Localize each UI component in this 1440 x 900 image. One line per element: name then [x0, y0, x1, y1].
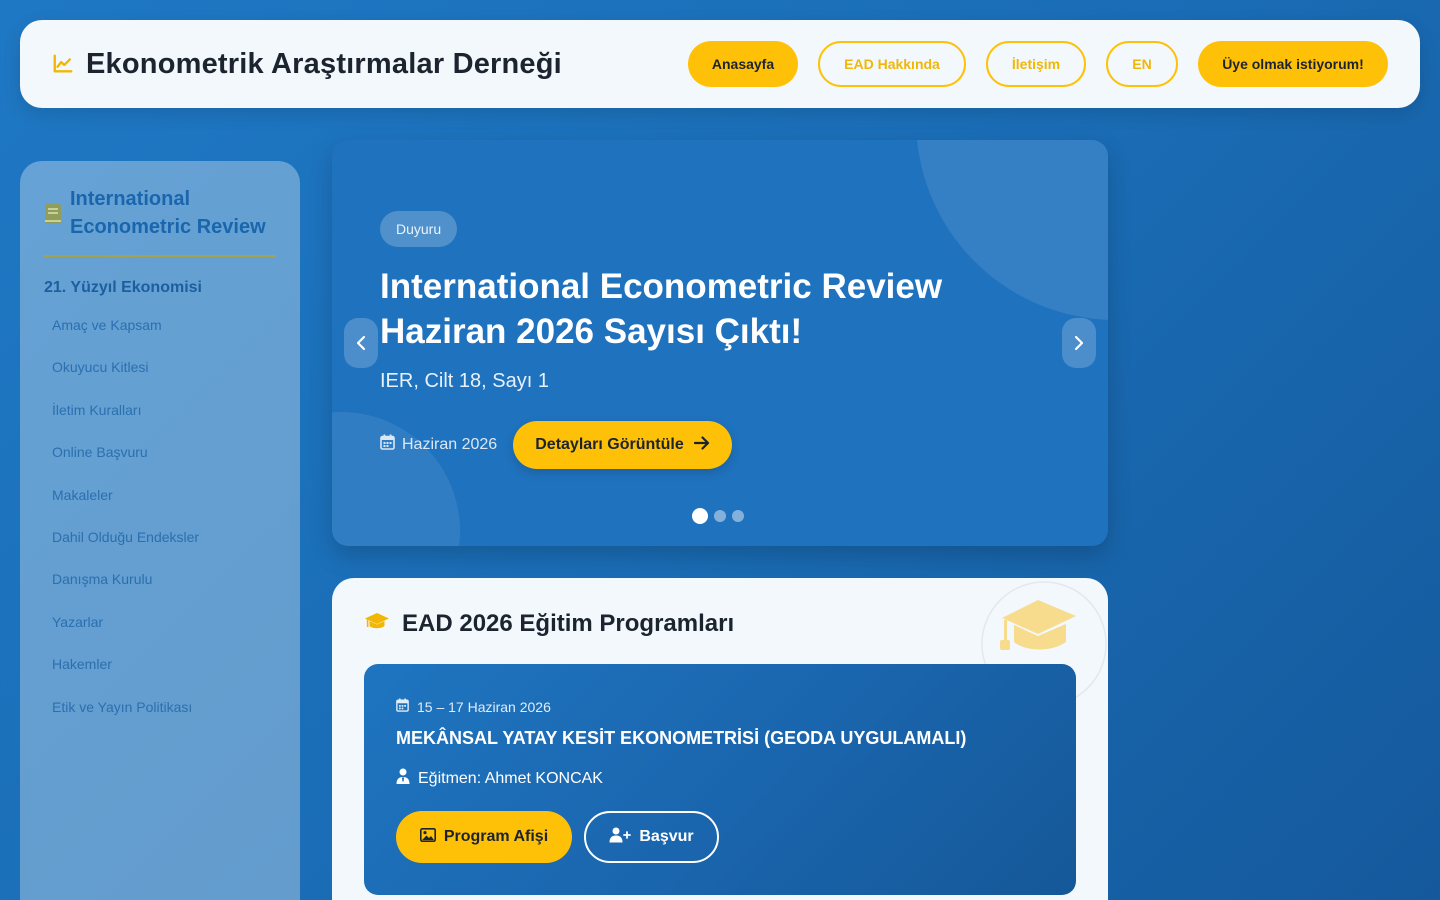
- nav-contact-button[interactable]: İletişim: [986, 41, 1086, 87]
- program-poster-button[interactable]: Program Afişi: [396, 811, 572, 863]
- training-programs-card: EAD 2026 Eğitim Programları 15 – 17 Hazi…: [332, 578, 1108, 900]
- chevron-right-icon: [1074, 335, 1084, 351]
- language-toggle-button[interactable]: EN: [1106, 41, 1178, 87]
- slide-subtitle: IER, Cilt 18, Sayı 1: [380, 370, 549, 392]
- announcement-slider: Duyuru International Econometric Review …: [332, 140, 1108, 546]
- sidebar-item-reviewers[interactable]: Hakemler: [44, 654, 276, 696]
- sidebar-item-authors[interactable]: Yazarlar: [44, 612, 276, 654]
- slider-dot-3[interactable]: [732, 510, 744, 522]
- program-item: 15 – 17 Haziran 2026 MEKÂNSAL YATAY KESİ…: [364, 664, 1076, 895]
- slide-date-text: Haziran 2026: [402, 435, 498, 453]
- slide-date: Haziran 2026: [380, 434, 497, 455]
- sidebar-header: International Econometric Review: [44, 185, 276, 257]
- sidebar-title[interactable]: International Econometric Review: [70, 185, 276, 241]
- view-details-label: Detayları Görüntüle: [535, 436, 684, 453]
- site-header: Ekonometrik Araştırmalar Derneği Anasayf…: [20, 20, 1420, 108]
- apply-label: Başvur: [639, 828, 694, 845]
- slider-dots: [692, 508, 744, 524]
- program-instructor-text: Eğitmen: Ahmet KONCAK: [418, 769, 603, 787]
- calendar-icon: [396, 698, 409, 715]
- book-icon: [44, 203, 62, 230]
- sidebar-item-ethics[interactable]: Etik ve Yayın Politikası: [44, 697, 276, 739]
- nav-about-button[interactable]: EAD Hakkında: [818, 41, 966, 87]
- slider-prev-button[interactable]: [344, 318, 378, 368]
- apply-button[interactable]: Başvur: [584, 811, 719, 863]
- program-date: 15 – 17 Haziran 2026: [396, 698, 551, 715]
- sidebar-item-aims[interactable]: Amaç ve Kapsam: [44, 315, 276, 357]
- slider-next-button[interactable]: [1062, 318, 1096, 368]
- journal-sidebar: International Econometric Review 21. Yüz…: [20, 161, 300, 900]
- sidebar-item-readership[interactable]: Okuyucu Kitlesi: [44, 357, 276, 399]
- join-membership-button[interactable]: Üye olmak istiyorum!: [1198, 41, 1388, 87]
- user-tie-icon: [396, 768, 410, 789]
- programs-header: EAD 2026 Eğitim Programları: [364, 610, 734, 638]
- view-details-button[interactable]: Detayları Görüntüle: [513, 421, 732, 469]
- sidebar-menu: Amaç ve Kapsam Okuyucu Kitlesi İletim Ku…: [44, 315, 276, 739]
- slide-title: International Econometric Review Haziran…: [380, 267, 943, 351]
- sidebar-section-title[interactable]: 21. Yüzyıl Ekonomisi: [44, 279, 276, 297]
- sidebar-item-articles[interactable]: Makaleler: [44, 485, 276, 527]
- announcement-badge: Duyuru: [380, 211, 458, 247]
- slider-dot-2[interactable]: [714, 510, 726, 522]
- graduation-cap-icon: [364, 612, 390, 637]
- main-nav: Anasayfa EAD Hakkında İletişim EN Üye ol…: [688, 41, 1388, 87]
- brand[interactable]: Ekonometrik Araştırmalar Derneği: [52, 48, 562, 81]
- site-title: Ekonometrik Araştırmalar Derneği: [86, 47, 562, 80]
- sidebar-item-indexes[interactable]: Dahil Olduğu Endeksler: [44, 527, 276, 569]
- program-instructor: Eğitmen: Ahmet KONCAK: [396, 768, 603, 789]
- program-poster-label: Program Afişi: [443, 828, 549, 845]
- decorative-circle: [332, 412, 460, 546]
- programs-title: EAD 2026 Eğitim Programları: [402, 610, 735, 637]
- user-plus-icon: [609, 827, 632, 848]
- chevron-left-icon: [356, 335, 366, 351]
- sidebar-item-advisory-board[interactable]: Danışma Kurulu: [44, 569, 276, 611]
- program-name: MEKÂNSAL YATAY KESİT EKONOMETRİSİ (GEODA…: [396, 728, 967, 748]
- sidebar-item-online-application[interactable]: Online Başvuru: [44, 442, 276, 484]
- slider-dot-1[interactable]: [692, 508, 708, 524]
- sidebar-item-submission-rules[interactable]: İletim Kuralları: [44, 400, 276, 442]
- arrow-right-icon: [693, 435, 710, 455]
- calendar-icon: [380, 434, 395, 455]
- nav-home-button[interactable]: Anasayfa: [688, 41, 798, 87]
- program-date-text: 15 – 17 Haziran 2026: [417, 698, 551, 715]
- image-icon: [419, 827, 436, 847]
- chart-line-icon: [52, 53, 74, 75]
